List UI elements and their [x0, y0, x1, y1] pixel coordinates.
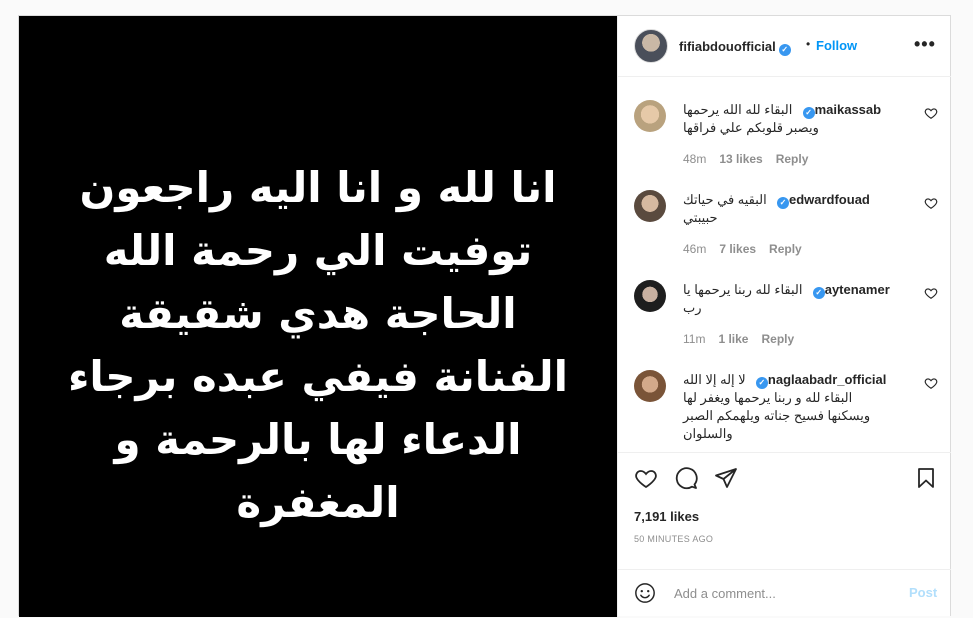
image-text-line: الحاجة هدي شقيقة — [119, 289, 517, 338]
image-text-line: المغفرة — [236, 478, 400, 527]
reply-button[interactable]: Reply — [761, 332, 794, 346]
post-timestamp[interactable]: 50 MINUTES AGO — [634, 534, 713, 544]
like-comment-icon[interactable] — [924, 376, 938, 390]
reply-button[interactable]: Reply — [769, 242, 802, 256]
post-actions — [618, 464, 951, 494]
post-dialog: انا لله و انا اليه راجعون توفيت الي رحمة… — [18, 15, 951, 617]
verified-icon: ✓ — [812, 287, 825, 299]
comment-text-line: البقاء لله و ربنا يرحمها ويغفر لها — [683, 390, 853, 405]
comment-item: aytenamer✓ البقاء لله ربنا يرحمها يا رب … — [618, 257, 951, 346]
image-text-line: توفيت الي رحمة الله — [103, 226, 533, 275]
like-comment-icon[interactable] — [924, 106, 938, 120]
comment-username[interactable]: aytenamer — [825, 282, 890, 297]
like-heart-icon[interactable] — [634, 466, 658, 490]
emoji-icon[interactable] — [634, 582, 656, 604]
comment-meta: 48m 13 likes Reply — [683, 152, 821, 166]
verified-icon: ✓ — [755, 377, 768, 389]
comment-body: naglaabadr_official✓ لا إله إلا الله الب… — [683, 371, 908, 443]
like-comment-icon[interactable] — [924, 196, 938, 210]
avatar[interactable] — [634, 370, 666, 402]
comment-bubble-icon[interactable] — [674, 466, 698, 490]
comment-text-line: لا إله إلا الله — [683, 372, 746, 387]
comment-text-line: حبيبتي — [683, 210, 718, 225]
comment-text-line: والسلوان — [683, 426, 733, 441]
avatar[interactable] — [634, 190, 666, 222]
verified-icon: ✓ — [802, 107, 815, 119]
share-paper-plane-icon[interactable] — [714, 466, 738, 490]
comment-username[interactable]: edwardfouad — [789, 192, 870, 207]
post-comment-button[interactable]: Post — [909, 585, 937, 600]
comment-meta: 46m 7 likes Reply — [683, 242, 815, 256]
comment-likes[interactable]: 1 like — [718, 332, 748, 346]
like-comment-icon[interactable] — [924, 286, 938, 300]
post-image: انا لله و انا اليه راجعون توفيت الي رحمة… — [19, 16, 617, 617]
comment-text-line: البقاء لله ربنا يرحمها يا — [683, 282, 803, 297]
comment-likes[interactable]: 13 likes — [719, 152, 762, 166]
comment-meta: 11m 1 like Reply — [683, 332, 807, 346]
comment-item: naglaabadr_official✓ لا إله إلا الله الب… — [618, 347, 951, 452]
comment-item: maikassab✓ البقاء لله الله يرحمها ويصبر … — [618, 77, 951, 166]
comment-text-line: البقاء لله الله يرحمها — [683, 102, 793, 117]
comment-likes[interactable]: 7 likes — [719, 242, 756, 256]
comment-body: maikassab✓ البقاء لله الله يرحمها ويصبر … — [683, 101, 908, 137]
comment-item: edwardfouad✓ البقيه في حياتك حبيبتي 46m 7… — [618, 167, 951, 256]
comment-time[interactable]: 11m — [683, 332, 705, 346]
comment-text-line: ويسكنها فسيح جناته ويلهمكم الصبر — [683, 408, 871, 423]
comment-time[interactable]: 46m — [683, 242, 706, 256]
comment-time[interactable]: 48m — [683, 152, 706, 166]
author-name-row[interactable]: fifiabdouofficial ✓ — [679, 38, 791, 56]
post-image-text: انا لله و انا اليه راجعون توفيت الي رحمة… — [19, 156, 617, 534]
save-bookmark-icon[interactable] — [914, 466, 938, 490]
likes-count[interactable]: 7,191 likes — [634, 509, 699, 524]
image-text-line: الفنانة فيفي عبده برجاء — [67, 352, 569, 401]
comment-username[interactable]: naglaabadr_official — [768, 372, 886, 387]
comment-body: aytenamer✓ البقاء لله ربنا يرحمها يا رب — [683, 281, 908, 317]
comment-body: edwardfouad✓ البقيه في حياتك حبيبتي — [683, 191, 908, 227]
author-avatar[interactable] — [634, 29, 668, 63]
reply-button[interactable]: Reply — [776, 152, 809, 166]
comment-text-line: البقيه في حياتك — [683, 192, 767, 207]
author-username[interactable]: fifiabdouofficial — [679, 39, 776, 54]
comment-username[interactable]: maikassab — [815, 102, 882, 117]
actions-divider — [618, 452, 951, 453]
more-options-icon[interactable]: ••• — [914, 34, 936, 55]
post-header: fifiabdouofficial ✓ • Follow ••• — [618, 16, 951, 77]
comment-input[interactable] — [674, 582, 894, 604]
separator-dot: • — [806, 37, 811, 51]
avatar[interactable] — [634, 280, 666, 312]
comment-text-line: رب — [683, 300, 702, 315]
avatar[interactable] — [634, 100, 666, 132]
image-text-line: الدعاء لها بالرحمة و — [114, 415, 522, 464]
verified-icon: ✓ — [776, 197, 789, 209]
add-comment-bar: Post — [618, 569, 951, 618]
post-side-panel: fifiabdouofficial ✓ • Follow ••• maikassa… — [617, 16, 951, 617]
image-text-line: انا لله و انا اليه راجعون — [79, 163, 557, 212]
comment-text-line: ويصبر قلوبكم علي فراقها — [683, 120, 819, 135]
follow-button[interactable]: Follow — [816, 38, 857, 53]
verified-icon: ✓ — [778, 44, 791, 56]
comments-list[interactable]: maikassab✓ البقاء لله الله يرحمها ويصبر … — [618, 77, 951, 452]
